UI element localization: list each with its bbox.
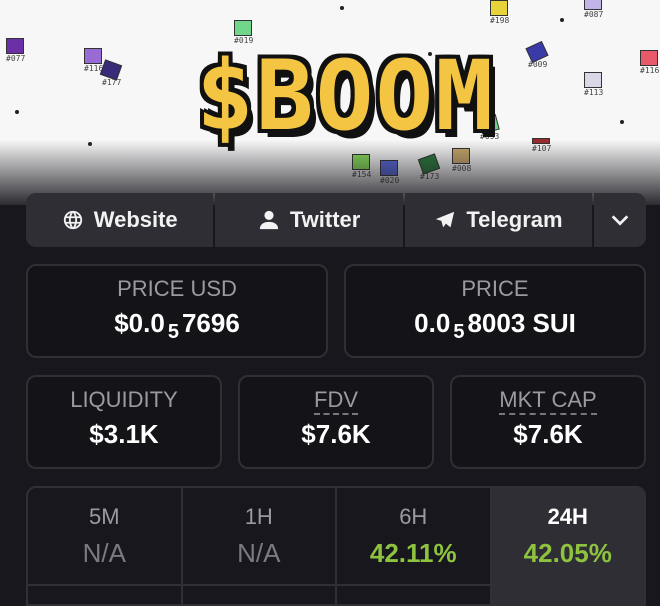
banner-sprite: #198 — [490, 0, 509, 25]
fdv-card[interactable]: FDV $7.6K — [238, 375, 434, 469]
price-native-label: PRICE — [461, 276, 529, 301]
tab-period: 5M — [88, 504, 120, 529]
twitter-button[interactable]: Twitter — [215, 193, 403, 247]
banner-sprite: #116 — [640, 50, 659, 75]
liquidity-card: LIQUIDITY $3.1K — [26, 375, 222, 469]
price-native-card: PRICE 0.0 5 8003 SUI — [344, 264, 646, 358]
particle — [560, 18, 564, 22]
price-usd-value: $0.0 5 7696 — [114, 308, 240, 343]
globe-icon — [63, 210, 82, 230]
banner-sprite: #113 — [584, 72, 603, 97]
tab-period: 6H — [399, 504, 428, 529]
user-icon — [259, 210, 279, 230]
price-usd-label: PRICE USD — [117, 276, 237, 301]
token-logo: $BOOM — [196, 40, 495, 152]
tab-change-value: 42.05% — [523, 538, 612, 568]
chevron-down-icon — [611, 215, 629, 226]
tab-period: 24H — [547, 504, 588, 529]
fdv-label[interactable]: FDV — [314, 387, 358, 415]
tab-1h[interactable]: 1H N/A — [183, 488, 337, 604]
mkt-cap-value: $7.6K — [513, 419, 583, 449]
tab-5m[interactable]: 5M N/A — [28, 488, 183, 604]
social-links-bar: Website Twitter Telegram — [26, 193, 646, 247]
tab-change-value: 42.11% — [369, 538, 457, 568]
fdv-value: $7.6K — [301, 419, 371, 449]
tab-24h[interactable]: 24H 42.05% — [491, 488, 644, 604]
liquidity-value: $3.1K — [89, 419, 159, 449]
mkt-cap-card[interactable]: MKT CAP $7.6K — [450, 375, 646, 469]
tab-period: 1H — [244, 504, 273, 529]
particle — [620, 120, 624, 124]
telegram-label: Telegram — [466, 207, 563, 232]
telegram-icon — [436, 211, 455, 228]
website-button[interactable]: Website — [26, 193, 214, 247]
tab-change-value: N/A — [82, 538, 126, 568]
mkt-cap-label[interactable]: MKT CAP — [499, 387, 597, 415]
particle — [340, 6, 344, 10]
tab-6h[interactable]: 6H 42.11% — [337, 488, 492, 604]
twitter-label: Twitter — [289, 207, 361, 232]
tab-change-value: N/A — [237, 538, 281, 568]
particle — [15, 110, 19, 114]
price-native-value: 0.0 5 8003 SUI — [414, 308, 576, 343]
banner-sprite: #087 — [584, 0, 603, 19]
price-change-tabs: 5M N/A 1H N/A 6H 42.11% 24H 42.05% — [26, 486, 646, 606]
liquidity-label: LIQUIDITY — [70, 387, 178, 412]
token-banner: #077 #116 #177 #019 #198 #087 #009 #113 … — [0, 0, 660, 205]
banner-sprite: #177 — [99, 59, 123, 87]
telegram-button[interactable]: Telegram — [404, 193, 593, 247]
website-label: Website — [93, 207, 178, 232]
banner-sprite: #077 — [6, 38, 25, 63]
banner-sprite: #009 — [525, 40, 549, 69]
more-links-button[interactable] — [594, 193, 646, 247]
price-usd-card: PRICE USD $0.0 5 7696 — [26, 264, 328, 358]
divider — [26, 584, 646, 586]
